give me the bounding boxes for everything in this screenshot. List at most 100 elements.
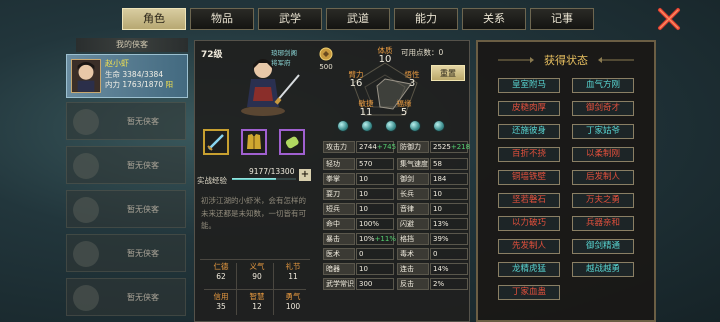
grade-value: 500 (319, 63, 333, 71)
mp-label: 内力 (105, 80, 120, 89)
virtue-1: 义气 90 (243, 261, 271, 281)
free-points-value: 0 (438, 48, 444, 57)
empty-slot-silhouette (73, 197, 99, 223)
tab-6[interactable]: 记事 (530, 8, 594, 30)
stat-top-0-bonus: +745 (376, 143, 397, 151)
stat-5-1-label: 格挡 (397, 233, 429, 245)
gem-slot-4[interactable] (409, 120, 421, 132)
stat-2-0: 耍刀 10 (323, 188, 395, 201)
virtue-label: 礼节 (285, 262, 301, 271)
attr-wisdom-value: 3 (408, 78, 416, 89)
stat-6-0-label: 医术 (323, 248, 355, 260)
status-tag: 还施彼身 (498, 124, 560, 139)
status-tag: 后发制人 (572, 170, 634, 185)
stat-2-1-value: 10 (430, 188, 468, 200)
stat-0-0-value: 570 (356, 158, 394, 170)
status-tag: 龙精虎猛 (498, 262, 560, 277)
stat-8-0-number: 300 (359, 280, 373, 288)
hero-slot-empty[interactable]: 暂无侠客 (66, 234, 186, 272)
stat-8-1-value: 2% (430, 278, 468, 290)
stat-8-0-value: 300 (356, 278, 394, 290)
tab-5[interactable]: 关系 (462, 8, 526, 30)
tab-0[interactable]: 角色 (122, 8, 186, 30)
status-tag: 先发制人 (498, 239, 560, 254)
stat-6-1-value: 0 (430, 248, 468, 260)
virtue-label: 智慧 (249, 292, 265, 301)
stat-2-1-label: 长兵 (397, 188, 429, 200)
status-tag: 御剑精通 (572, 239, 634, 254)
title-sword-sect: 琅琊剑阁 (271, 49, 297, 57)
stat-3-1-label: 音律 (397, 203, 429, 215)
hero-slot-empty[interactable]: 暂无侠客 (66, 146, 186, 184)
stat-7-1: 连击 14% (397, 263, 469, 276)
tab-4[interactable]: 能力 (394, 8, 458, 30)
stat-top-1-number: 2525 (433, 143, 451, 151)
stat-8-0: 武学常识 300 (323, 278, 395, 291)
stat-5-0-number: 10% (359, 235, 375, 243)
stat-0-1-label: 集气速度 (397, 158, 429, 170)
stat-8-1-number: 2% (433, 280, 445, 288)
stat-0-1-value: 58 (430, 158, 468, 170)
yang-tag: 阳 (165, 80, 173, 89)
stat-2-0-value: 10 (356, 188, 394, 200)
stat-2-1: 长兵 10 (397, 188, 469, 201)
stat-1-0: 拳掌 10 (323, 173, 395, 186)
virtue-value: 90 (252, 272, 262, 281)
tab-3[interactable]: 武道 (326, 8, 390, 30)
stat-4-1-label: 闪避 (397, 218, 429, 230)
stat-4-0: 命中 100% (323, 218, 395, 231)
sword-icon[interactable] (203, 129, 229, 155)
status-tag: 铜墙铁壁 (498, 170, 560, 185)
exp-add-button[interactable]: + (299, 169, 311, 181)
stat-5-0-value: 10%+11% (356, 233, 396, 245)
my-heroes-header: 我的侠客 (76, 38, 188, 52)
gem-slot-5[interactable] (433, 120, 445, 132)
virtue-value: 12 (252, 302, 262, 311)
hero-bio: 初涉江湖的小虾米，会有怎样的未来还都是未知数，一切皆有可能。 (201, 196, 306, 230)
tab-1[interactable]: 物品 (190, 8, 254, 30)
stat-top-0: 攻击力 2744+745 (323, 141, 397, 154)
hero-slot-empty[interactable]: 暂无侠客 (66, 190, 186, 228)
status-tag: 丁家血蛊 (498, 285, 560, 300)
gem-slot-1[interactable] (337, 120, 349, 132)
status-tag: 坚若磐石 (498, 193, 560, 208)
virtue-3: 信用 35 (207, 291, 235, 311)
stat-5-1-number: 39% (433, 235, 449, 243)
virtue-value: 100 (285, 302, 301, 311)
hero-slot-active[interactable]: 赵小虾 生命 3384/3384 内力 1763/1870 阳 (66, 54, 188, 98)
stat-5-0-bonus: +11% (374, 235, 396, 243)
close-icon[interactable] (656, 6, 682, 32)
tab-2[interactable]: 武学 (258, 8, 322, 30)
stat-4-1-value: 13% (430, 218, 468, 230)
status-tag: 百折不挠 (498, 147, 560, 162)
attr-strength-value: 16 (349, 78, 363, 89)
stat-4-0-number: 100% (359, 220, 380, 228)
stat-3-0-label: 短兵 (323, 203, 355, 215)
hp-label: 生命 (105, 70, 120, 79)
reset-button[interactable]: 重置 (431, 65, 465, 81)
virtue-label: 义气 (249, 262, 265, 271)
stat-4-1-number: 13% (433, 220, 449, 228)
gem-slot-3[interactable] (385, 120, 397, 132)
hero-slot-empty[interactable]: 暂无侠客 (66, 278, 186, 316)
virtue-label: 勇气 (285, 292, 301, 301)
status-tag: 丁家姑爷 (572, 124, 634, 139)
status-tag: 皇室附马 (498, 78, 560, 93)
status-tag: 以力破巧 (498, 216, 560, 231)
jade-icon[interactable] (279, 129, 305, 155)
stat-6-1: 毒术 0 (397, 248, 469, 261)
virtue-2: 礼节 11 (279, 261, 307, 281)
stat-7-0-label: 暗器 (323, 263, 355, 275)
status-tag: 血气方刚 (572, 78, 634, 93)
gem-slot-2[interactable] (361, 120, 373, 132)
stat-5-0: 暴击 10%+11% (323, 233, 396, 246)
hero-mp: 内力 1763/1870 阳 (105, 79, 173, 90)
hero-slot-empty[interactable]: 暂无侠客 (66, 102, 186, 140)
status-title: 获得状态 (544, 54, 588, 67)
empty-slot-silhouette (73, 241, 99, 267)
armor-icon[interactable] (241, 129, 267, 155)
virtue-4: 智慧 12 (243, 291, 271, 311)
virtue-0: 仁德 62 (207, 261, 235, 281)
stat-3-1-number: 10 (433, 205, 442, 213)
stat-top-0-value: 2744+745 (356, 141, 397, 153)
